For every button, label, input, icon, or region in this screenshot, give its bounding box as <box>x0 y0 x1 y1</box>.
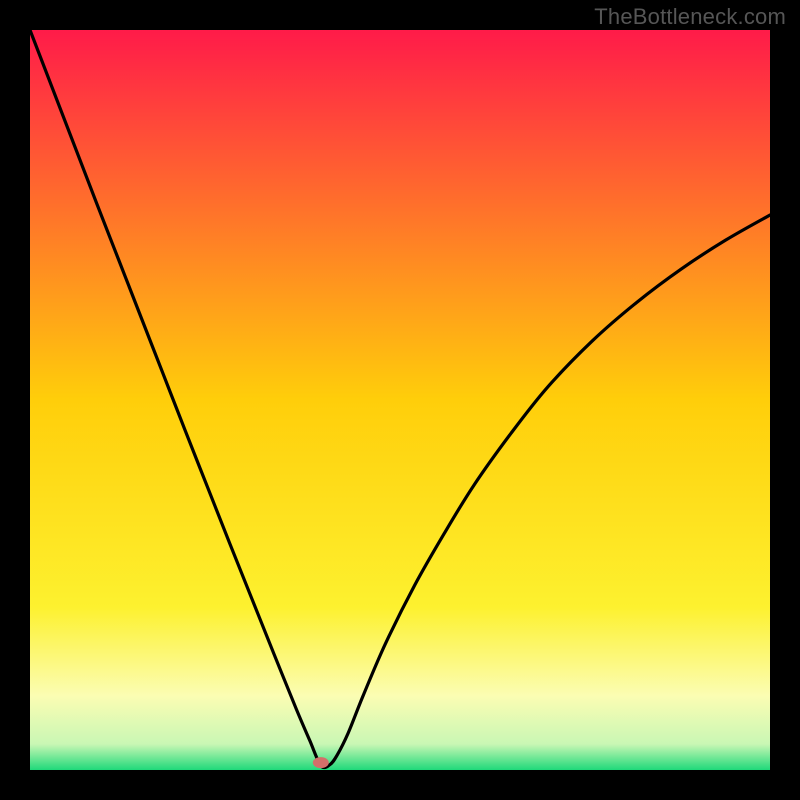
gradient-background <box>30 30 770 770</box>
optimum-marker <box>313 757 329 768</box>
bottleneck-chart <box>0 0 800 800</box>
chart-frame: TheBottleneck.com <box>0 0 800 800</box>
watermark-text: TheBottleneck.com <box>594 4 786 30</box>
